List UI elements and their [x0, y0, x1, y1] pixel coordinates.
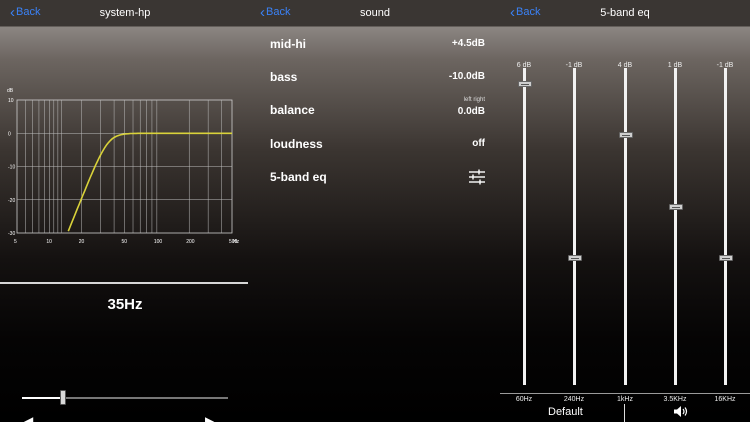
sound-panel: ‹ Back sound mid-hi +4.5dB bass -10.0dB … — [250, 0, 500, 422]
cutoff-slider-fill — [22, 397, 64, 399]
highpass-graph: dB 100-10-20-30 5 10 20 50 100 200 500 Hz — [7, 88, 240, 245]
navbar: ‹ Back sound — [250, 0, 500, 26]
row-label: bass — [270, 70, 298, 84]
x-tick-label: 10 — [46, 239, 52, 245]
band-track-3-5khz[interactable] — [674, 68, 677, 385]
arrow-left-icon[interactable]: ◀ — [24, 414, 33, 422]
row-mid-hi[interactable]: mid-hi +4.5dB — [250, 37, 500, 63]
row-sublabel: left right — [463, 97, 485, 103]
page-title: system-hp — [99, 7, 151, 19]
band-frequency: 16KHz — [714, 396, 736, 403]
y-tick-label: -10 — [8, 165, 15, 171]
page-title: 5-band eq — [600, 7, 650, 19]
navbar: ‹ Back system-hp — [0, 0, 250, 26]
x-tick-label: 20 — [79, 239, 85, 245]
navbar: ‹ Back 5-band eq — [500, 0, 750, 26]
y-tick-label: 0 — [8, 131, 11, 137]
band-knob-16khz[interactable] — [719, 255, 733, 262]
eq-baseline — [500, 393, 750, 394]
x-tick-label: 50 — [122, 239, 128, 245]
row-loudness[interactable]: loudness off — [250, 137, 500, 163]
system-hp-panel: ‹ Back system-hp dB 10 0 -10 -20 -30 5 10 20 50… — [0, 0, 250, 422]
band-knob-3-5khz[interactable] — [669, 204, 683, 211]
band-frequency: 1kHz — [617, 396, 633, 403]
sliders-icon — [469, 169, 485, 185]
row-5-band-eq[interactable]: 5-band eq — [250, 169, 500, 196]
row-label: mid-hi — [270, 37, 306, 51]
band-track-240hz[interactable] — [573, 68, 576, 385]
row-value: off — [472, 138, 485, 149]
band-frequency: 60Hz — [515, 396, 533, 403]
page-title: sound — [360, 7, 390, 19]
speaker-icon[interactable] — [673, 405, 689, 418]
band-frequency: 240Hz — [563, 396, 585, 403]
row-bass[interactable]: bass -10.0dB — [250, 70, 500, 96]
row-balance[interactable]: balance left right 0.0dB — [250, 97, 500, 129]
divider — [624, 404, 625, 422]
arrow-right-icon[interactable]: ▶ — [205, 414, 214, 422]
band-knob-60hz[interactable] — [518, 80, 532, 87]
band-track-60hz[interactable] — [523, 68, 526, 385]
y-tick-label: -20 — [8, 198, 15, 204]
row-label: loudness — [270, 137, 323, 151]
filter-curve — [67, 132, 232, 232]
x-tick-label: 200 — [186, 239, 195, 245]
eq-panel: ‹ Back 5-band eq 6 dB -1 dB 4 dB 1 dB -1… — [500, 0, 750, 422]
default-button[interactable]: Default — [548, 406, 583, 418]
freq-unit: Hz — [233, 239, 240, 245]
band-track-1khz[interactable] — [624, 68, 627, 385]
y-tick-label: -30 — [8, 231, 15, 237]
band-knob-240hz[interactable] — [568, 255, 582, 262]
band-frequency: 3.5KHz — [663, 396, 687, 403]
band-knob-1khz[interactable] — [619, 131, 633, 138]
cutoff-frequency: 35Hz — [107, 296, 143, 313]
row-value: +4.5dB — [451, 38, 485, 49]
divider-line — [0, 282, 248, 284]
x-tick-label: 5 — [14, 239, 17, 245]
y-tick-label: 10 — [8, 98, 14, 104]
row-value: -10.0dB — [448, 71, 485, 82]
row-value: 0.0dB — [457, 106, 485, 117]
graph-unit: dB — [7, 88, 14, 94]
cutoff-slider-thumb[interactable] — [60, 390, 67, 405]
x-tick-label: 100 — [154, 239, 163, 245]
band-track-16khz[interactable] — [724, 68, 727, 385]
row-label: balance — [270, 103, 315, 117]
row-label: 5-band eq — [270, 170, 327, 184]
